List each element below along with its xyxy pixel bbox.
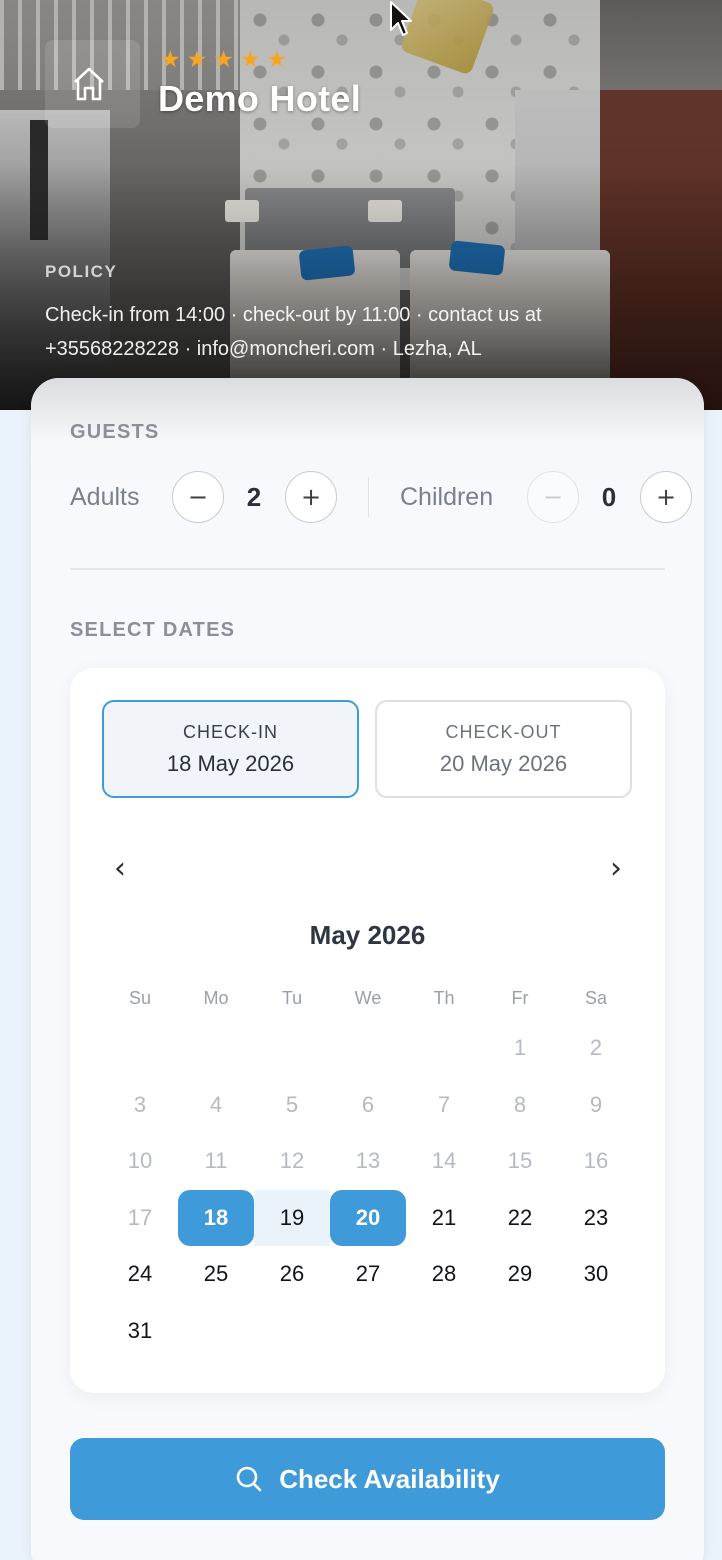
star-icon: ★ [160,46,181,72]
calendar-day-2: 2 [589,1035,603,1061]
calendar-day-18[interactable]: 18 [178,1189,254,1246]
search-icon [236,1466,262,1492]
check-out-label: CHECK-OUT [445,721,562,742]
chevron-left-icon: ‹ [114,850,126,886]
calendar-blank-cell [330,1020,406,1077]
calendar-day-22[interactable]: 22 [482,1190,558,1247]
calendar-day-31[interactable]: 31 [102,1303,178,1360]
calendar-day-1: 1 [513,1035,527,1061]
minus-icon: − [187,483,209,511]
weekday-label: Tu [281,988,303,1008]
plus-icon: + [655,483,677,511]
guests-label: GUESTS [70,421,160,443]
star-rating: ★ ★ ★ ★ ★ [160,48,287,71]
calendar-day-12: 12 [279,1148,305,1174]
minus-icon: − [542,483,564,511]
policy-line: +35568228228 · info@moncheri.com · Lezha… [45,338,482,360]
weekday-label: Th [433,988,455,1008]
hotel-name: Demo Hotel [158,78,362,119]
children-increment-button[interactable]: + [640,471,692,523]
calendar-day-14: 14 [431,1148,457,1174]
calendar-day-26[interactable]: 26 [254,1246,330,1303]
policy-line: Check-in from 14:00 · check-out by 11:00… [45,304,542,326]
section-divider [70,568,665,570]
children-decrement-button[interactable]: − [527,471,579,523]
calendar-day-29[interactable]: 29 [482,1246,558,1303]
calendar-blank-cell [254,1020,330,1077]
check-out-value: 20 May 2026 [439,750,568,776]
weekday-label: Mo [203,988,229,1008]
calendar-day-4: 4 [209,1091,223,1117]
home-button[interactable] [45,40,140,128]
calendar-grid: 1 2 3 4 5 6 7 8 9 10 11 12 13 14 15 16 17 18 19 20 21 22 23 24 2… [102,1020,634,1359]
check-in-label: CHECK-IN [182,721,278,742]
mouse-cursor-icon [390,1,412,36]
calendar-day-19[interactable]: 19 [254,1189,330,1246]
weekday-label: Fr [511,988,529,1008]
home-icon [73,67,104,101]
calendar-day-24[interactable]: 24 [102,1246,178,1303]
calendar-day-15: 15 [507,1148,533,1174]
calendar-day-30[interactable]: 30 [558,1246,634,1303]
calendar-day-10: 10 [127,1148,153,1174]
adults-decrement-button[interactable]: − [172,471,224,523]
guests-divider [368,477,369,517]
next-month-button[interactable]: › [596,848,636,888]
children-count: 0 [601,482,617,512]
date-picker: CHECK-IN 18 May 2026 CHECK-OUT 20 May 20… [70,668,665,1393]
check-in-tile[interactable]: CHECK-IN 18 May 2026 [102,700,359,798]
weekday-label: Su [128,988,152,1008]
calendar-blank-cell [102,1020,178,1077]
calendar-day-28[interactable]: 28 [406,1246,482,1303]
calendar-day-5: 5 [285,1091,299,1117]
check-availability-button[interactable]: Check Availability [70,1438,665,1520]
star-icon: ★ [266,46,288,72]
calendar-day-25[interactable]: 25 [178,1246,254,1303]
select-dates-label: SELECT DATES [70,619,236,641]
adults-label: Adults [70,483,140,511]
calendar-day-8: 8 [513,1091,527,1117]
calendar-blank-cell [406,1020,482,1077]
calendar-day-7: 7 [437,1091,451,1117]
calendar-day-16: 16 [583,1148,609,1174]
check-in-value: 18 May 2026 [166,750,295,776]
calendar-blank-cell [178,1020,254,1077]
policy-text: Check-in from 14:00 · check-out by 11:00… [45,298,645,366]
guests-row: Adults − 2 + Children − 0 + [70,471,700,523]
star-icon: ★ [239,46,261,72]
star-icon: ★ [213,46,234,72]
calendar-day-17: 17 [127,1204,153,1230]
calendar-day-13: 13 [355,1148,381,1174]
calendar-day-3: 3 [133,1091,147,1117]
prev-month-button[interactable]: ‹ [100,848,140,888]
booking-card: GUESTS Adults − 2 + Children − 0 + SELEC… [31,378,704,1560]
weekday-header: Su Mo Tu We Th Fr Sa [102,988,634,1009]
weekday-label: We [354,988,382,1008]
star-icon: ★ [186,46,208,72]
plus-icon: + [300,483,322,511]
calendar-day-21[interactable]: 21 [406,1190,482,1247]
calendar-day-11: 11 [204,1148,228,1174]
policy-label: POLICY [45,262,118,281]
calendar-day-23[interactable]: 23 [558,1190,634,1247]
calendar-day-20[interactable]: 20 [330,1189,406,1246]
chevron-right-icon: › [610,850,622,886]
adults-increment-button[interactable]: + [285,471,337,523]
check-out-tile[interactable]: CHECK-OUT 20 May 2026 [375,700,632,798]
calendar-day-27[interactable]: 27 [330,1246,406,1303]
calendar-day-9: 9 [589,1091,603,1117]
adults-count: 2 [246,482,262,512]
weekday-label: Sa [584,988,608,1008]
check-availability-label: Check Availability [279,1463,500,1494]
month-title: May 2026 [309,920,426,950]
children-label: Children [400,483,494,511]
calendar-day-6: 6 [361,1091,375,1117]
